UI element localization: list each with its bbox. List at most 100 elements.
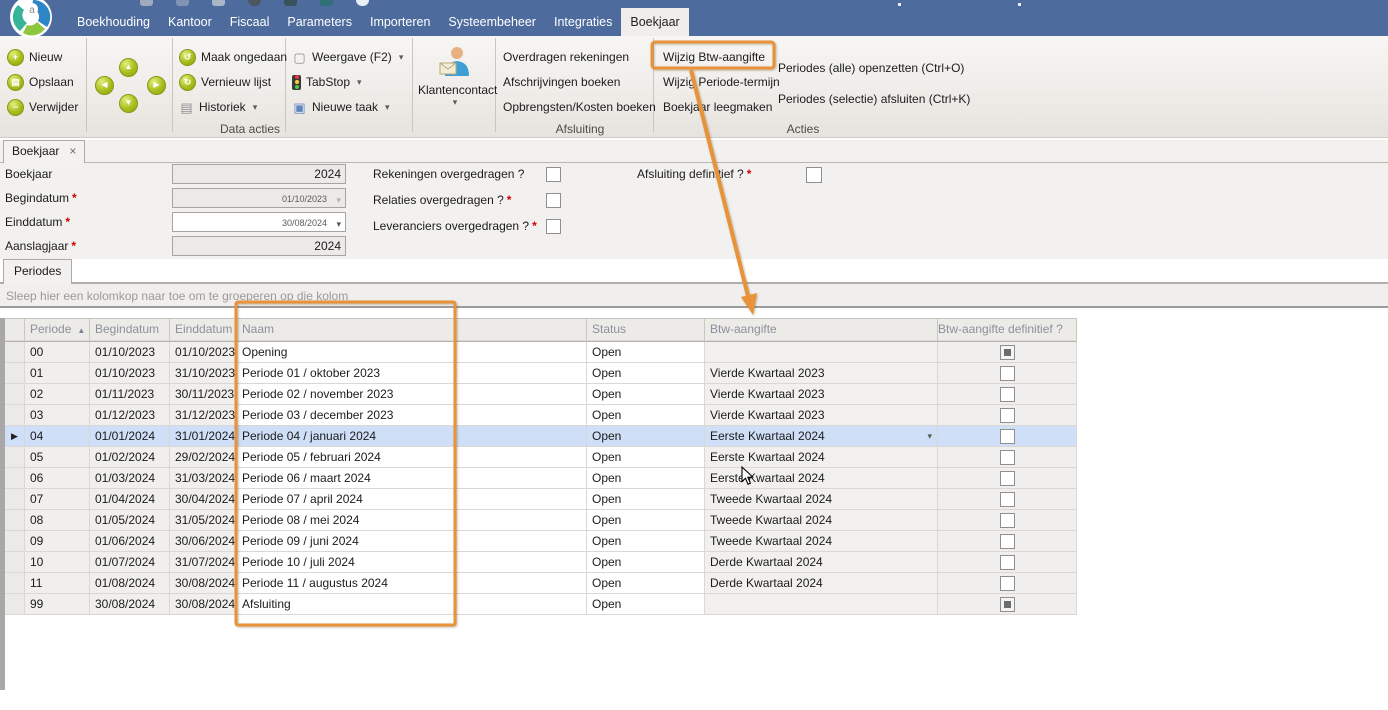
boekjaar-leegmaken-button[interactable]: Boekjaar leegmaken <box>663 98 772 116</box>
document-tab-boekjaar[interactable]: Boekjaar× <box>3 140 85 163</box>
column-header-periode[interactable]: Periode▲ <box>25 319 90 341</box>
table-row[interactable]: 0701/04/202430/04/2024Periode 07 / april… <box>5 489 1077 510</box>
opbrengsten-kosten-boeken-button[interactable]: Opbrengsten/Kosten boeken <box>503 98 656 116</box>
boekjaar-field[interactable]: 2024 <box>172 164 346 184</box>
cell-btw-aangifte[interactable]: Eerste Kwartaal 2024 <box>705 468 938 489</box>
table-row[interactable]: 0501/02/202429/02/2024Periode 05 / febru… <box>5 447 1077 468</box>
einddatum-field[interactable]: 30/08/2024▾ <box>172 212 346 232</box>
cell-btw-aangifte[interactable]: Derde Kwartaal 2024 <box>705 573 938 594</box>
vernieuw-lijst-button[interactable]: ↻Vernieuw lijst <box>179 73 271 91</box>
nav-first-button[interactable]: ◀ <box>95 76 114 95</box>
wijzig-btw-aangifte-button[interactable]: Wijzig Btw-aangifte <box>663 48 765 66</box>
quick-access-icon[interactable] <box>248 0 261 6</box>
btw-definitief-checkbox[interactable] <box>1000 555 1015 570</box>
column-header-einddatum[interactable]: Einddatum <box>170 319 237 341</box>
btw-definitief-checkbox[interactable] <box>1000 387 1015 402</box>
table-row[interactable]: 0301/12/202331/12/2023Periode 03 / decem… <box>5 405 1077 426</box>
cell-btw-aangifte[interactable] <box>705 342 938 363</box>
nav-last-button[interactable]: ▶ <box>147 76 166 95</box>
nieuwe-taak-button[interactable]: ▣Nieuwe taak▾ <box>292 98 390 116</box>
dropdown-arrow-icon[interactable]: ▾ <box>927 426 932 446</box>
nav-down-button[interactable]: ▼ <box>119 94 138 113</box>
cell-periode: 11 <box>25 573 90 594</box>
nav-up-button[interactable]: ▲ <box>119 58 138 77</box>
periodes-selectie-afsluiten-button[interactable]: Periodes (selectie) afsluiten (Ctrl+K) <box>778 90 970 108</box>
cell-btw-aangifte[interactable]: Tweede Kwartaal 2024 <box>705 531 938 552</box>
afsluiting-definitief-checkbox[interactable] <box>806 167 822 183</box>
dropdown-arrow-icon[interactable]: ▾ <box>336 214 341 234</box>
btw-definitief-checkbox[interactable] <box>1000 492 1015 507</box>
btw-definitief-checkbox[interactable] <box>1000 450 1015 465</box>
btw-definitief-checkbox[interactable] <box>1000 576 1015 591</box>
btw-definitief-checkbox[interactable] <box>1000 366 1015 381</box>
btw-definitief-checkbox[interactable] <box>1000 408 1015 423</box>
quick-access-icon[interactable] <box>356 0 369 6</box>
periodes-alle-openzetten-button[interactable]: Periodes (alle) openzetten (Ctrl+O) <box>778 59 964 77</box>
menu-tab-kantoor[interactable]: Kantoor <box>159 8 221 36</box>
tab-periodes[interactable]: Periodes <box>3 259 72 284</box>
column-header-btw-aangifte[interactable]: Btw-aangifte <box>705 319 938 341</box>
tabstop-button[interactable]: TabStop▾ <box>292 73 362 91</box>
cell-btw-aangifte[interactable]: Vierde Kwartaal 2023 <box>705 405 938 426</box>
menu-tab-systeembeheer[interactable]: Systeembeheer <box>439 8 545 36</box>
table-row[interactable]: 9930/08/202430/08/2024AfsluitingOpen <box>5 594 1077 615</box>
menu-tab-importeren[interactable]: Importeren <box>361 8 439 36</box>
cell-btw-aangifte[interactable]: Eerste Kwartaal 2024▾ <box>705 426 938 447</box>
btw-definitief-checkbox[interactable] <box>1000 513 1015 528</box>
btw-definitief-checkbox[interactable] <box>1000 429 1015 444</box>
cell-btw-aangifte[interactable]: Vierde Kwartaal 2023 <box>705 363 938 384</box>
btw-definitief-checkbox[interactable] <box>1000 345 1015 360</box>
overdragen-rekeningen-button[interactable]: Overdragen rekeningen <box>503 48 629 66</box>
cell-btw-aangifte[interactable]: Tweede Kwartaal 2024 <box>705 489 938 510</box>
dropdown-arrow-icon[interactable]: ▾ <box>336 190 341 210</box>
table-row[interactable]: 0101/10/202331/10/2023Periode 01 / oktob… <box>5 363 1077 384</box>
cell-begindatum: 01/02/2024 <box>90 447 170 468</box>
afschrijvingen-boeken-button[interactable]: Afschrijvingen boeken <box>503 73 620 91</box>
relaties-overgedragen-checkbox[interactable] <box>546 193 561 208</box>
menu-tab-parameters[interactable]: Parameters <box>278 8 361 36</box>
leveranciers-overgedragen-checkbox[interactable] <box>546 219 561 234</box>
menu-tab-integraties[interactable]: Integraties <box>545 8 621 36</box>
column-header-btw-definitief[interactable]: Btw-aangifte definitief ? <box>938 319 1077 341</box>
column-header-status[interactable]: Status <box>587 319 705 341</box>
menu-tab-boekhouding[interactable]: Boekhouding <box>68 8 159 36</box>
aanslagjaar-field[interactable]: 2024 <box>172 236 346 256</box>
cell-btw-aangifte[interactable]: Derde Kwartaal 2024 <box>705 552 938 573</box>
btw-definitief-checkbox[interactable] <box>1000 597 1015 612</box>
menu-tab-boekjaar[interactable]: Boekjaar <box>621 8 688 36</box>
cell-btw-aangifte[interactable]: Vierde Kwartaal 2023 <box>705 384 938 405</box>
verwijder-button[interactable]: −Verwijder <box>7 98 78 116</box>
rekeningen-overgedragen-checkbox[interactable] <box>546 167 561 182</box>
table-row[interactable]: 0901/06/202430/06/2024Periode 09 / juni … <box>5 531 1077 552</box>
table-row[interactable]: 0001/10/202301/10/2023OpeningOpen <box>5 342 1077 363</box>
group-by-bar[interactable]: Sleep hier een kolomkop naar toe om te g… <box>0 284 1388 308</box>
close-icon[interactable]: × <box>69 144 76 158</box>
quick-access-icon[interactable] <box>176 0 189 6</box>
weergave-button[interactable]: ▢Weergave (F2)▾ <box>292 48 403 66</box>
begindatum-field[interactable]: 01/10/2023▾ <box>172 188 346 208</box>
maak-ongedaan-button[interactable]: ↺Maak ongedaan <box>179 48 287 66</box>
opslaan-button[interactable]: ▤Opslaan <box>7 73 74 91</box>
table-row[interactable]: 0801/05/202431/05/2024Periode 08 / mei 2… <box>5 510 1077 531</box>
quick-access-icon[interactable] <box>212 0 225 6</box>
wijzig-periode-termijn-button[interactable]: Wijzig Periode-termijn <box>663 73 780 91</box>
btw-definitief-checkbox[interactable] <box>1000 471 1015 486</box>
historiek-button[interactable]: ▤Historiek▾ <box>179 98 257 116</box>
table-row[interactable]: 0201/11/202330/11/2023Periode 02 / novem… <box>5 384 1077 405</box>
table-row[interactable]: 1001/07/202431/07/2024Periode 10 / juli … <box>5 552 1077 573</box>
cell-btw-aangifte[interactable] <box>705 594 938 615</box>
table-row[interactable]: ▶0401/01/202431/01/2024Periode 04 / janu… <box>5 426 1077 447</box>
menu-tab-fiscaal[interactable]: Fiscaal <box>221 8 279 36</box>
cell-btw-aangifte[interactable]: Tweede Kwartaal 2024 <box>705 510 938 531</box>
klantencontact-button[interactable]: Klantencontact ▾ <box>418 46 490 130</box>
btw-definitief-checkbox[interactable] <box>1000 534 1015 549</box>
table-row[interactable]: 1101/08/202430/08/2024Periode 11 / augus… <box>5 573 1077 594</box>
quick-access-icon[interactable] <box>320 0 333 6</box>
column-header-begindatum[interactable]: Begindatum <box>90 319 170 341</box>
column-header-naam[interactable]: Naam <box>237 319 587 341</box>
quick-access-icon[interactable] <box>284 0 297 6</box>
cell-btw-aangifte[interactable]: Eerste Kwartaal 2024 <box>705 447 938 468</box>
quick-access-icon[interactable] <box>140 0 153 6</box>
nieuw-button[interactable]: +Nieuw <box>7 48 62 66</box>
table-row[interactable]: 0601/03/202431/03/2024Periode 06 / maart… <box>5 468 1077 489</box>
